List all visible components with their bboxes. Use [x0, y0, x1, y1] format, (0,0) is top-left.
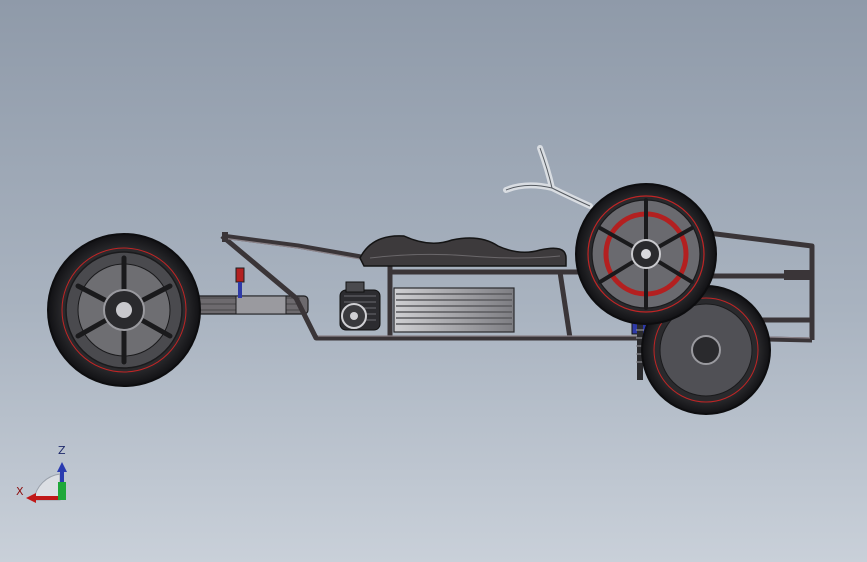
- y-axis-arrow: [58, 482, 66, 500]
- handlebar: [503, 145, 593, 209]
- frame-front-bracket: [784, 270, 814, 280]
- coordinate-triad: [26, 462, 67, 503]
- seat: [359, 235, 567, 267]
- frame-rear-cap: [222, 232, 228, 242]
- electric-motor: [339, 281, 381, 331]
- z-axis-label: Z: [58, 444, 66, 457]
- rear-wheel: [47, 233, 201, 387]
- rear-shock: [235, 267, 245, 298]
- front-wheel-upper: [575, 183, 717, 325]
- trike-model[interactable]: [0, 0, 867, 562]
- battery-pack: [393, 287, 515, 333]
- x-axis-label: X: [16, 485, 24, 498]
- cad-viewport[interactable]: Z X: [0, 0, 867, 562]
